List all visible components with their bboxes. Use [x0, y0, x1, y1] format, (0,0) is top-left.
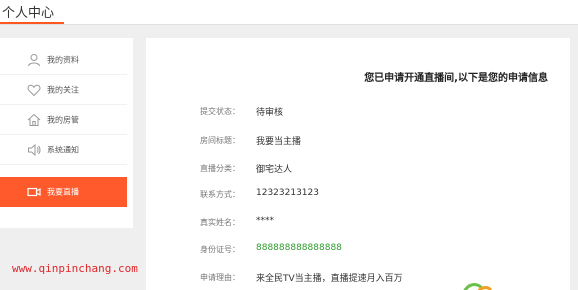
- top-header: 个人中心: [0, 0, 578, 25]
- user-icon: [28, 53, 40, 66]
- heart-icon: [27, 84, 41, 96]
- sidebar-item-following[interactable]: 我的关注: [0, 75, 127, 105]
- speaker-icon: [28, 143, 41, 156]
- sidebar: 我的资料 我的关注 我的房管 系统通知 我要直播: [0, 38, 133, 228]
- field-label: 提交状态：: [200, 107, 240, 116]
- application-info-panel: 您已申请开通直播间,以下是您的申请信息 提交状态： 待审核 房间标题： 我要当主…: [146, 38, 570, 290]
- field-value: 御宅达人: [256, 165, 293, 175]
- video-camera-icon: [27, 187, 41, 197]
- sidebar-item-label: 我的房管: [47, 115, 79, 124]
- field-value: 待审核: [256, 108, 284, 118]
- sidebar-item-room-admin[interactable]: 我的房管: [0, 105, 127, 135]
- sidebar-item-label: 我的资料: [47, 55, 79, 64]
- field-label: 真实姓名：: [200, 218, 240, 227]
- corner-logo-icon: [463, 283, 492, 290]
- panel-heading: 您已申请开通直播间,以下是您的申请信息: [364, 73, 548, 84]
- field-label: 房间标题：: [200, 136, 240, 145]
- field-label: 联系方式：: [200, 190, 240, 199]
- field-label: 直播分类：: [200, 164, 240, 173]
- field-value: 888888888888888: [256, 243, 342, 253]
- house-icon: [27, 113, 41, 126]
- sidebar-item-notifications[interactable]: 系统通知: [0, 135, 127, 165]
- sidebar-item-label: 我的关注: [47, 85, 79, 94]
- field-value: 我要当主播: [256, 137, 302, 147]
- sidebar-item-label: 我要直播: [47, 187, 79, 197]
- sidebar-item-go-live[interactable]: 我要直播: [0, 177, 127, 207]
- watermark-text: www.qinpinchang.com: [12, 262, 138, 275]
- field-value: ****: [256, 216, 274, 226]
- field-value: 12323213123: [256, 188, 319, 198]
- field-value: 来全民TV当主播，直播提速月入百万: [256, 274, 403, 284]
- header-divider: [0, 24, 578, 25]
- page-title: 个人中心: [2, 6, 55, 21]
- field-label: 申请理由：: [200, 273, 240, 282]
- field-label: 身份证号：: [200, 245, 240, 254]
- sidebar-item-label: 系统通知: [47, 145, 79, 154]
- sidebar-item-profile[interactable]: 我的资料: [0, 45, 127, 75]
